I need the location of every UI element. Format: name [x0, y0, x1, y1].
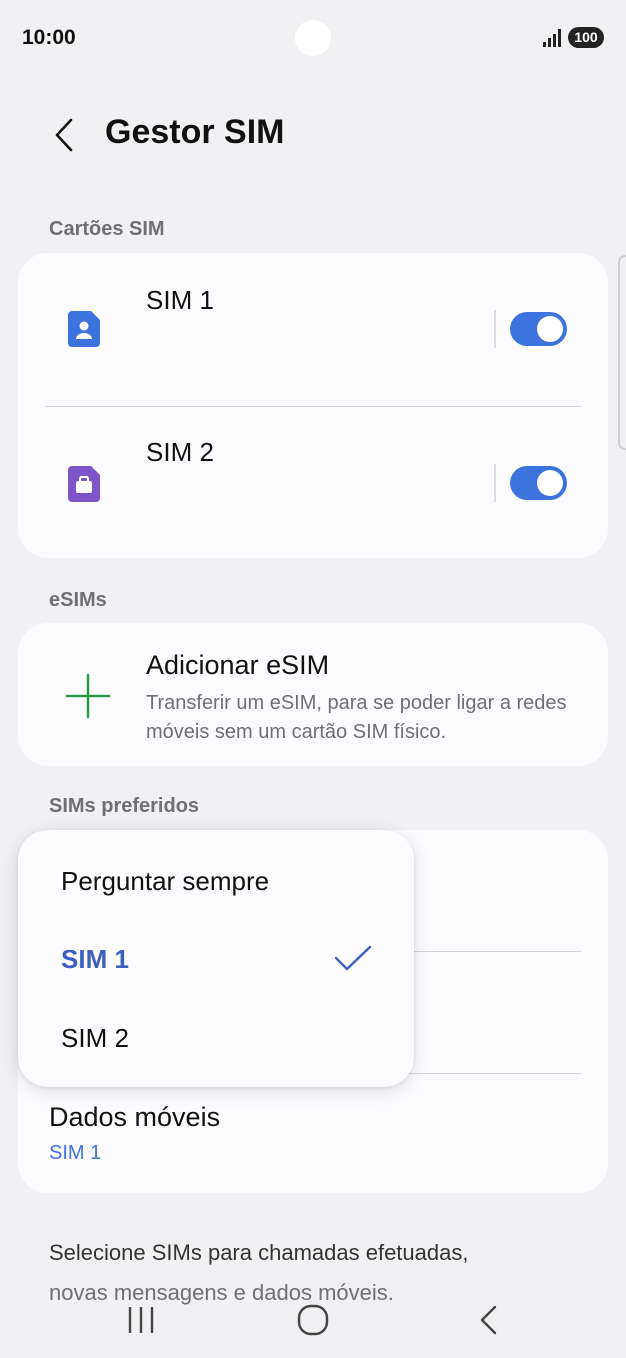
- scroll-indicator: [618, 255, 626, 450]
- section-label-sim-cards: Cartões SIM: [49, 218, 165, 240]
- sim-2-toggle[interactable]: [510, 466, 567, 500]
- option-ask-always[interactable]: Perguntar sempre: [61, 866, 269, 897]
- back-button[interactable]: [44, 112, 84, 158]
- recents-icon: [128, 1307, 154, 1333]
- sim-selection-dropdown: Perguntar sempre SIM 1 SIM 2: [18, 830, 414, 1087]
- sim-1-name: SIM 1: [146, 285, 214, 315]
- signal-bars-icon: [543, 29, 561, 47]
- page-title: Gestor SIM: [105, 113, 285, 151]
- status-time: 10:00: [22, 26, 76, 49]
- add-esim-title: Adicionar eSIM: [146, 650, 330, 680]
- plus-icon: [65, 673, 111, 719]
- chevron-left-icon: [55, 118, 73, 152]
- back-icon: [480, 1305, 497, 1335]
- option-sim-2[interactable]: SIM 2: [61, 1023, 129, 1054]
- add-esim-card[interactable]: Adicionar eSIM Transferir um eSIM, para …: [18, 623, 608, 766]
- mobile-data-label: Dados móveis: [49, 1102, 221, 1132]
- sim-row-2[interactable]: SIM 2: [18, 408, 608, 558]
- section-label-esims: eSIMs: [49, 589, 107, 611]
- sim-card-person-icon: [68, 311, 100, 347]
- home-icon: [297, 1304, 329, 1336]
- divider-vertical: [494, 464, 496, 502]
- sim-card-briefcase-icon: [68, 466, 100, 502]
- sim-cards-card: SIM 1 SIM 2: [18, 253, 608, 558]
- recents-button[interactable]: [118, 1300, 164, 1340]
- divider: [45, 406, 581, 407]
- footer-line-1: Selecione SIMs para chamadas efetuadas,: [49, 1240, 469, 1265]
- battery-indicator: 100: [568, 27, 604, 48]
- home-button[interactable]: [290, 1300, 336, 1340]
- sim-2-name: SIM 2: [146, 437, 214, 467]
- toggle-knob: [537, 316, 563, 342]
- section-label-preferred-sims: SIMs preferidos: [49, 795, 200, 817]
- mobile-data-row[interactable]: Dados móveis SIM 1: [18, 1075, 608, 1193]
- option-sim-1[interactable]: SIM 1: [61, 944, 129, 975]
- add-esim-description: Transferir um eSIM, para se poder ligar …: [146, 692, 567, 743]
- toggle-knob: [537, 470, 563, 496]
- sim-1-toggle[interactable]: [510, 312, 567, 346]
- mobile-data-value: SIM 1: [49, 1142, 102, 1164]
- screen: 10:00 100 Gestor SIM Cartões SIM SIM 1 S…: [0, 0, 626, 1358]
- divider-vertical: [494, 310, 496, 348]
- sim-row-1[interactable]: SIM 1: [18, 253, 608, 403]
- nav-back-button[interactable]: [466, 1300, 512, 1340]
- checkmark-icon: [334, 945, 372, 971]
- camera-cutout: [295, 20, 331, 56]
